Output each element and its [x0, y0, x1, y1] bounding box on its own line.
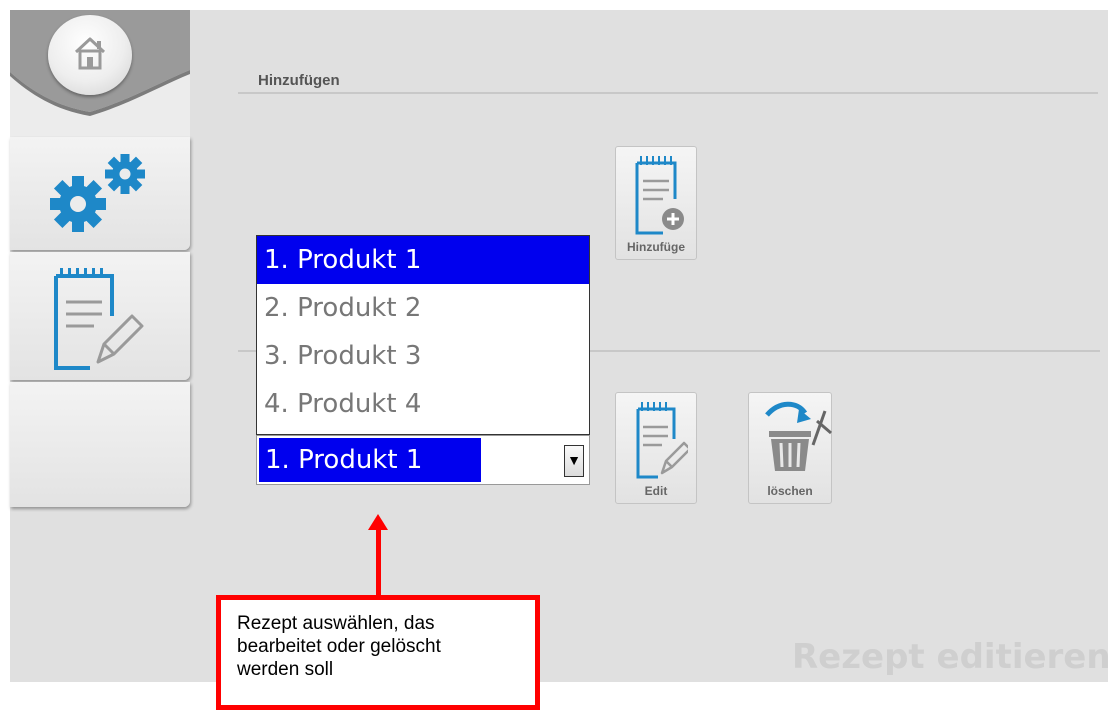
recipe-select[interactable]: 1. Produkt 1 ▼ [256, 435, 590, 485]
list-item[interactable]: 2. Produkt 2 [257, 284, 589, 332]
callout-text: Rezept auswählen, das bearbeitet oder ge… [237, 612, 441, 681]
callout-arrow-line [376, 528, 381, 596]
edit-recipe-button[interactable]: Edit [615, 392, 697, 504]
trash-icon [765, 401, 832, 471]
list-item[interactable]: 1. Produkt 1 [257, 236, 589, 284]
delete-recipe-button-label: löschen [767, 484, 813, 498]
sidebar-tab-empty[interactable] [10, 382, 190, 507]
sidebar [10, 10, 190, 507]
recipe-add-icon [635, 156, 684, 235]
callout-line-2: bearbeitet oder gelöscht [237, 636, 441, 657]
callout-box: Rezept auswählen, das bearbeitet oder ge… [216, 595, 540, 710]
section-divider-top [238, 92, 1098, 94]
list-item[interactable]: 3. Produkt 3 [257, 332, 589, 380]
page-title-watermark: Rezept editieren [792, 637, 1111, 677]
sidebar-tab-recipe-edit[interactable] [10, 252, 190, 380]
recipe-select-value: 1. Produkt 1 [259, 438, 481, 482]
home-tab [10, 10, 190, 145]
section-title-add: Hinzufügen [258, 72, 340, 89]
delete-recipe-button[interactable]: löschen [748, 392, 832, 504]
home-icon [74, 37, 106, 70]
add-recipe-button[interactable]: Hinzufüge [615, 146, 697, 260]
callout-line-1: Rezept auswählen, das [237, 613, 435, 634]
list-item[interactable]: 4. Produkt 4 [257, 380, 589, 428]
dropdown-arrow-icon[interactable]: ▼ [564, 445, 584, 477]
recipe-listbox[interactable]: 1. Produkt 1 2. Produkt 2 3. Produkt 3 4… [256, 235, 590, 435]
recipe-edit-icon [54, 268, 144, 370]
gears-icon [50, 154, 145, 232]
edit-recipe-button-label: Edit [644, 484, 668, 498]
home-button[interactable] [48, 15, 132, 95]
add-recipe-button-label: Hinzufüge [627, 240, 685, 254]
callout-line-3: werden soll [237, 659, 334, 680]
sidebar-tab-settings[interactable] [10, 137, 190, 250]
recipe-edit-icon [636, 402, 688, 479]
